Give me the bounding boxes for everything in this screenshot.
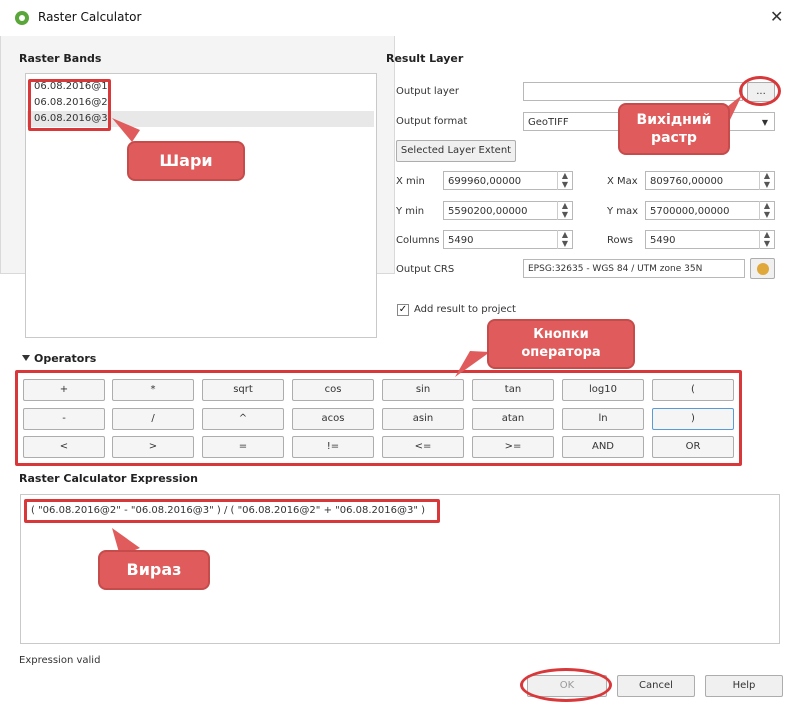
operators-callout-pointer [455,351,490,377]
output-raster-callout-line2: растр [651,130,697,146]
output-raster-callout-line1: Вихідний [636,112,712,128]
output-raster-callout: Вихідний растр [618,103,730,155]
expression-callout: Вираз [98,550,210,590]
operator-buttons-callout-line2: оператора [521,345,601,360]
layers-callout: Шари [127,141,245,181]
operator-buttons-callout: Кнопки оператора [487,319,635,369]
operator-buttons-callout-line1: Кнопки [533,327,589,342]
layers-callout-pointer [112,118,140,142]
